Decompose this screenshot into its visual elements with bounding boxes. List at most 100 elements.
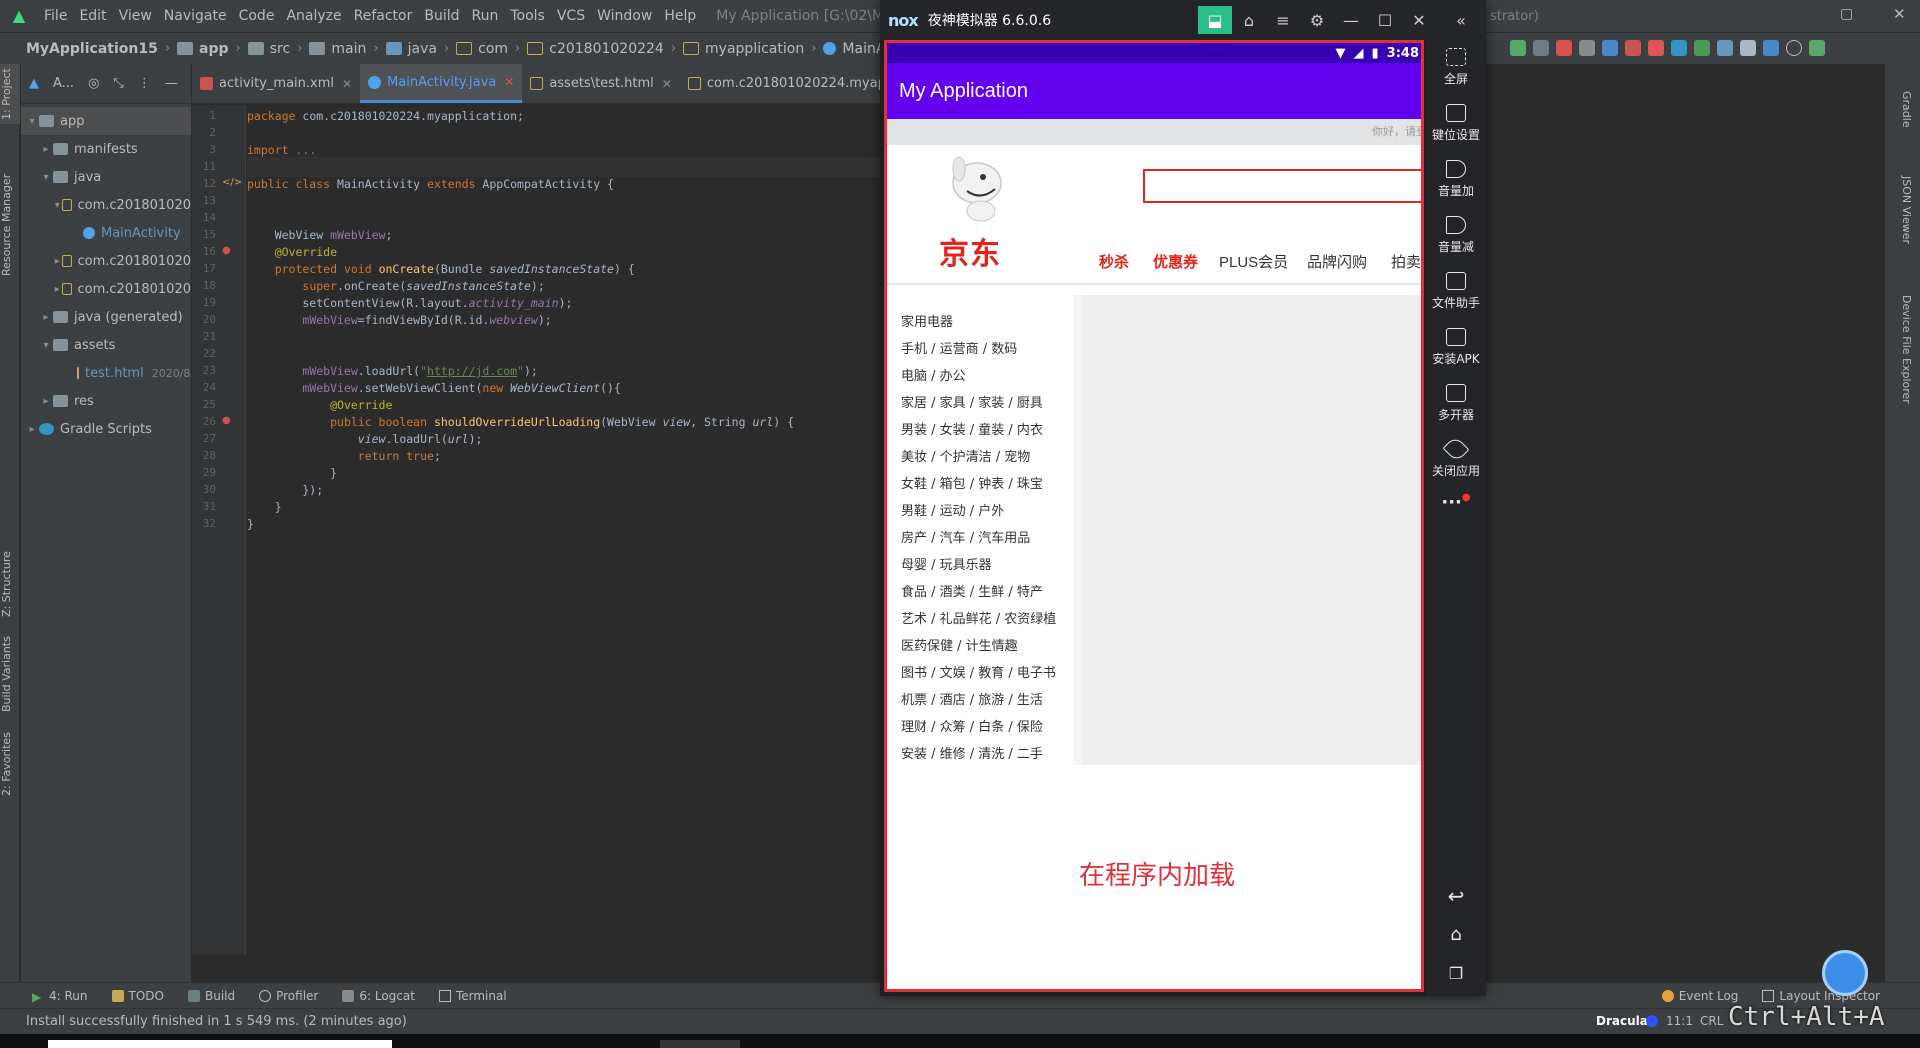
jd-nav-auction[interactable]: 拍卖 bbox=[1391, 251, 1421, 272]
keep-top-button[interactable]: ⬓ bbox=[1198, 6, 1232, 34]
volume-up-button[interactable]: 音量加 bbox=[1426, 160, 1486, 199]
tab-event-log[interactable]: Event Log bbox=[1650, 989, 1751, 1003]
category-item[interactable]: 手机 / 运营商 / 数码 bbox=[901, 338, 1017, 357]
menu-view[interactable]: View bbox=[113, 8, 158, 24]
category-item[interactable]: 机票 / 酒店 / 旅游 / 生活 bbox=[901, 689, 1043, 708]
override-gutter-icon[interactable]: ● bbox=[222, 415, 231, 426]
tree-item-package-test[interactable]: ▸ com.c201801020 bbox=[21, 275, 191, 303]
menu-run[interactable]: Run bbox=[466, 8, 505, 24]
tree-item-java[interactable]: ▾ java bbox=[21, 163, 191, 191]
line-separator[interactable]: CRL bbox=[1700, 1014, 1723, 1028]
target-icon[interactable]: ◎ bbox=[88, 76, 99, 91]
override-gutter-icon[interactable]: ● bbox=[222, 245, 231, 256]
bug-icon[interactable] bbox=[1625, 40, 1641, 56]
project-view-selector[interactable]: A... bbox=[53, 76, 74, 91]
tree-item-java-generated[interactable]: ▸ java (generated) bbox=[21, 303, 191, 331]
home-icon[interactable]: ⌂ bbox=[1426, 924, 1486, 945]
category-item[interactable]: 男装 / 女装 / 童装 / 内衣 bbox=[901, 419, 1043, 438]
close-window-button[interactable]: ✕ bbox=[1893, 5, 1906, 23]
terminal-icon[interactable] bbox=[1694, 40, 1710, 56]
jd-nav-brand[interactable]: 品牌闪购 bbox=[1307, 251, 1367, 272]
category-item[interactable]: 房产 / 汽车 / 汽车用品 bbox=[901, 527, 1030, 546]
menu-file[interactable]: File bbox=[38, 8, 73, 24]
tab-build[interactable]: Build bbox=[176, 989, 247, 1003]
menu-refactor[interactable]: Refactor bbox=[348, 8, 419, 24]
breadcrumb-project[interactable]: MyApplication15 bbox=[0, 41, 162, 57]
debug-icon[interactable] bbox=[1556, 40, 1572, 56]
fullscreen-button[interactable]: 全屏 bbox=[1426, 48, 1486, 87]
more-icon[interactable]: ⋮ bbox=[138, 76, 151, 91]
tool-project[interactable]: 1: Project bbox=[0, 64, 20, 124]
layout-icon[interactable] bbox=[1671, 40, 1687, 56]
category-item[interactable]: 食品 / 酒类 / 生鲜 / 特产 bbox=[901, 581, 1043, 600]
refresh-icon[interactable] bbox=[1533, 40, 1549, 56]
tree-item-assets[interactable]: ▾ assets bbox=[21, 331, 191, 359]
jd-nav-plus[interactable]: PLUS会员 bbox=[1219, 251, 1288, 272]
category-item[interactable]: 家居 / 家具 / 家装 / 厨具 bbox=[901, 392, 1043, 411]
tree-item-gradle-scripts[interactable]: ▸ Gradle Scripts bbox=[21, 415, 191, 443]
tool-build-variants[interactable]: Build Variants bbox=[0, 634, 20, 714]
tab-run[interactable]: ▶ 4: Run bbox=[0, 989, 100, 1004]
breadcrumb-package[interactable]: c201801020224 bbox=[523, 41, 668, 57]
breadcrumb-app[interactable]: app bbox=[173, 41, 233, 57]
tree-item-package[interactable]: ▾ com.c201801020 bbox=[21, 191, 191, 219]
breadcrumb-myapplication[interactable]: myapplication bbox=[679, 41, 808, 57]
jd-banner[interactable] bbox=[1083, 295, 1421, 765]
back-icon[interactable]: ↩ bbox=[1426, 884, 1486, 908]
jd-search-input[interactable] bbox=[1143, 169, 1421, 203]
tool-gradle[interactable]: Gradle bbox=[1893, 74, 1913, 144]
tool-json-viewer[interactable]: JSON Viewer bbox=[1893, 160, 1913, 260]
jd-nav-seckill[interactable]: 秒杀 bbox=[1099, 251, 1129, 272]
stop-icon[interactable] bbox=[1648, 40, 1664, 56]
breadcrumb-com[interactable]: com bbox=[452, 41, 512, 57]
search-icon[interactable] bbox=[1786, 40, 1802, 56]
minimize-icon[interactable]: — bbox=[1334, 6, 1368, 34]
attach-icon[interactable] bbox=[1602, 40, 1618, 56]
menu-analyze[interactable]: Analyze bbox=[280, 8, 347, 24]
tool-resource-manager[interactable]: Resource Manager bbox=[0, 160, 20, 290]
code-editor[interactable]: package com.c201801020224.myapplication;… bbox=[247, 105, 880, 955]
category-item[interactable]: 理财 / 众筹 / 白条 / 保险 bbox=[901, 716, 1043, 735]
volume-down-button[interactable]: 音量减 bbox=[1426, 216, 1486, 255]
tree-item-mainactivity[interactable]: MainActivity bbox=[21, 219, 191, 247]
profile-icon[interactable] bbox=[1579, 40, 1595, 56]
menu-tools[interactable]: Tools bbox=[504, 8, 551, 24]
shirt-icon[interactable]: ⌂ bbox=[1232, 6, 1266, 34]
keymap-button[interactable]: 键位设置 bbox=[1426, 104, 1486, 143]
tab-activity-main-xml[interactable]: activity_main.xml ✕ bbox=[192, 64, 360, 103]
menu-vcs[interactable]: VCS bbox=[551, 8, 591, 24]
install-apk-button[interactable]: 安装APK bbox=[1426, 328, 1486, 367]
maximize-window-button[interactable]: ▢ bbox=[1840, 6, 1853, 22]
multi-instance-button[interactable]: 多开器 bbox=[1426, 384, 1486, 423]
tab-assets-test-html[interactable]: assets\test.html ✕ bbox=[522, 64, 680, 103]
taskbar-item[interactable] bbox=[660, 1040, 740, 1048]
menu-window[interactable]: Window bbox=[591, 8, 658, 24]
category-item[interactable]: 母婴 / 玩具乐器 bbox=[901, 554, 992, 573]
breadcrumb-java[interactable]: java bbox=[382, 41, 441, 57]
theme-indicator[interactable]: Dracula bbox=[1596, 1014, 1648, 1028]
breadcrumb-main[interactable]: main bbox=[305, 41, 370, 57]
jd-greeting[interactable]: 你好，请登 bbox=[1372, 125, 1421, 138]
tree-item-app[interactable]: ▾ app bbox=[21, 107, 191, 135]
category-item[interactable]: 安装 / 维修 / 清洗 / 二手 bbox=[901, 743, 1043, 762]
menu-navigate[interactable]: Navigate bbox=[158, 8, 233, 24]
category-item[interactable]: 男鞋 / 运动 / 户外 bbox=[901, 500, 1004, 519]
tree-item-test-html[interactable]: test.html 2020/8/ bbox=[21, 359, 191, 387]
tree-item-manifests[interactable]: ▸ manifests bbox=[21, 135, 191, 163]
sdk-manager-icon[interactable] bbox=[1763, 40, 1779, 56]
close-icon[interactable]: ✕ bbox=[504, 75, 514, 89]
implements-gutter-icon[interactable]: </> bbox=[222, 177, 242, 188]
category-item[interactable]: 美妆 / 个护清洁 / 宠物 bbox=[901, 446, 1030, 465]
category-item[interactable]: 女鞋 / 箱包 / 钟表 / 珠宝 bbox=[901, 473, 1043, 492]
category-item[interactable]: 艺术 / 礼品鲜花 / 农资绿植 bbox=[901, 608, 1056, 627]
file-helper-button[interactable]: 文件助手 bbox=[1426, 272, 1486, 311]
tab-profiler[interactable]: Profiler bbox=[247, 989, 330, 1003]
tool-structure[interactable]: Z: Structure bbox=[0, 544, 20, 624]
cursor-position[interactable]: 11:1 bbox=[1666, 1014, 1693, 1028]
close-icon[interactable]: ✕ bbox=[662, 77, 672, 91]
close-icon[interactable]: ✕ bbox=[1402, 6, 1436, 34]
taskbar-item[interactable] bbox=[48, 1040, 392, 1048]
collapse-icon[interactable]: ⤡ bbox=[113, 76, 123, 91]
recent-apps-icon[interactable]: ❐ bbox=[1426, 964, 1486, 983]
menu-build[interactable]: Build bbox=[418, 8, 465, 24]
